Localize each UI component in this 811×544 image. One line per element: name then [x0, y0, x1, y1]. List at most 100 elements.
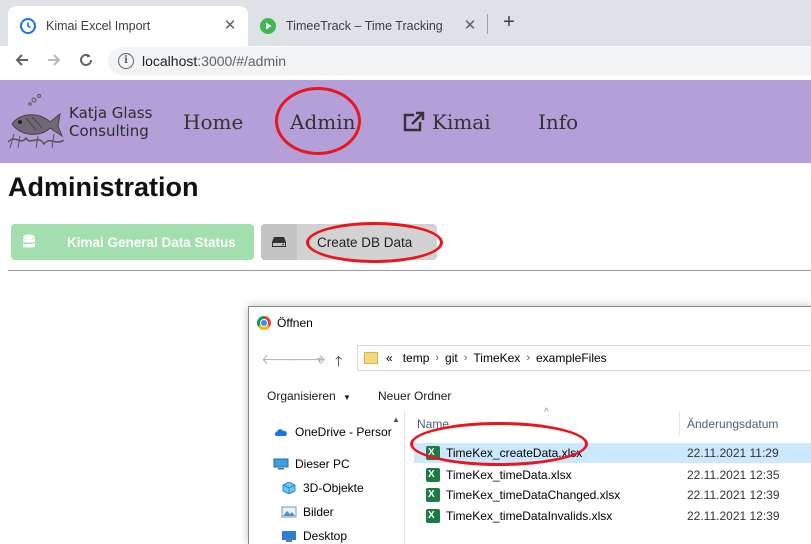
chrome-icon: [257, 316, 271, 330]
file-row[interactable]: TimeKex_timeData.xlsx 22.11.2021 12:35: [414, 465, 811, 485]
file-row[interactable]: TimeKex_timeDataInvalids.xlsx 22.11.2021…: [414, 506, 811, 526]
brand-line-2: Consulting: [69, 122, 149, 140]
file-name: TimeKex_timeDataInvalids.xlsx: [446, 509, 613, 523]
dialog-title: Öffnen: [277, 316, 313, 330]
file-date: 22.11.2021 12:35: [687, 468, 780, 482]
nav-label: Desktop: [303, 529, 348, 543]
dialog-command-bar: Organisieren ▼ Neuer Ordner: [249, 381, 811, 411]
address-bar[interactable]: i localhost:3000/#/admin: [108, 47, 811, 75]
file-name: TimeKex_timeDataChanged.xlsx: [446, 488, 621, 502]
nav-desktop[interactable]: Desktop: [281, 529, 347, 543]
url-host: localhost: [142, 53, 198, 69]
crumb-overflow[interactable]: «: [386, 351, 393, 365]
file-row[interactable]: TimeKex_timeDataChanged.xlsx 22.11.2021 …: [414, 485, 811, 505]
page-title: Administration: [8, 172, 199, 202]
url-path: :3000/#/admin: [197, 53, 286, 69]
new-folder-button[interactable]: Neuer Ordner: [378, 389, 451, 403]
column-header-name[interactable]: Name: [417, 417, 449, 431]
clock-icon: [20, 18, 36, 34]
chevron-right-icon: ›: [463, 352, 468, 364]
info-icon[interactable]: i: [118, 53, 134, 69]
back-button[interactable]: [10, 48, 34, 72]
column-header-date[interactable]: Änderungsdatum: [687, 417, 778, 431]
hdd-icon: [261, 224, 297, 260]
database-icon: [11, 224, 47, 260]
brand-name[interactable]: Katja Glass Consulting: [69, 104, 152, 140]
dialog-navigation-pane: OneDrive - Persor Dieser PC 3D-Objekte B…: [249, 411, 405, 544]
file-date: 22.11.2021 11:29: [687, 446, 779, 460]
nav-home[interactable]: Home: [183, 110, 243, 134]
nav-pane-scrollbar[interactable]: ▲: [389, 411, 403, 544]
excel-file-icon: [426, 509, 440, 523]
file-open-dialog: Öffnen 🡐 🡒 ▼ 🡑 « temp › git › TimeKex › …: [248, 306, 811, 544]
app-header: Katja Glass Consulting Home Admin Kimai …: [0, 80, 811, 163]
file-row[interactable]: TimeKex_createData.xlsx 22.11.2021 11:29: [414, 443, 811, 463]
kimai-general-data-status-button[interactable]: Kimai General Data Status: [11, 224, 254, 260]
crumb-examplefiles[interactable]: exampleFiles: [536, 351, 607, 365]
excel-file-icon: [426, 488, 440, 502]
scroll-up-icon[interactable]: ▲: [392, 415, 400, 424]
sort-ascending-icon: ^: [544, 407, 549, 418]
play-icon: [260, 18, 276, 34]
reload-button[interactable]: [74, 48, 98, 72]
nav-admin[interactable]: Admin: [290, 110, 356, 134]
excel-file-icon: [426, 468, 440, 482]
dialog-path-bar[interactable]: « temp › git › TimeKex › exampleFiles: [357, 345, 811, 371]
close-tab-icon[interactable]: ✕: [462, 18, 478, 34]
tab-title: TimeeTrack – Time Tracking: [286, 19, 443, 33]
nav-label: OneDrive - Persor: [295, 425, 392, 439]
desktop-icon: [282, 531, 296, 542]
close-tab-icon[interactable]: ✕: [222, 18, 238, 34]
browser-tab-strip: Kimai Excel Import ✕ TimeeTrack – Time T…: [0, 0, 811, 46]
organize-label: Organisieren: [267, 389, 336, 403]
nav-3d-objects[interactable]: 3D-Objekte: [281, 481, 364, 495]
dialog-up-button[interactable]: 🡑: [335, 351, 342, 375]
nav-info[interactable]: Info: [538, 110, 578, 134]
folder-icon: [364, 352, 378, 364]
chevron-right-icon: ›: [435, 352, 440, 364]
crumb-temp[interactable]: temp: [403, 351, 430, 365]
button-label: Kimai General Data Status: [67, 234, 236, 250]
forward-button[interactable]: [42, 48, 66, 72]
url-text: localhost:3000/#/admin: [142, 53, 286, 69]
file-date: 22.11.2021 12:39: [687, 509, 780, 523]
external-link-icon: [403, 111, 425, 132]
arrow-left-icon: [15, 54, 28, 66]
nav-label: Bilder: [303, 505, 334, 519]
chevron-down-icon: ▼: [343, 393, 351, 402]
dialog-recent-dropdown[interactable]: ▼: [315, 355, 324, 365]
nav-label: 3D-Objekte: [303, 481, 364, 495]
logo-fish-icon[interactable]: [6, 90, 66, 150]
new-tab-button[interactable]: +: [498, 10, 520, 34]
nav-kimai-label: Kimai: [432, 110, 491, 134]
create-db-data-button[interactable]: Create DB Data: [261, 224, 437, 260]
button-label: Create DB Data: [317, 234, 413, 250]
computer-icon: [273, 458, 289, 470]
file-name: TimeKex_timeData.xlsx: [446, 468, 572, 482]
column-separator[interactable]: [679, 411, 680, 435]
file-date: 22.11.2021 12:39: [687, 488, 780, 502]
browser-toolbar: i localhost:3000/#/admin: [0, 46, 811, 76]
dialog-title-bar: Öffnen: [257, 316, 313, 330]
tab-kimai-excel-import[interactable]: Kimai Excel Import ✕: [8, 6, 248, 46]
organize-menu[interactable]: Organisieren ▼: [267, 389, 351, 403]
nav-this-pc[interactable]: Dieser PC: [273, 457, 350, 471]
brand-line-1: Katja Glass: [69, 104, 153, 122]
tab-title: Kimai Excel Import: [46, 19, 151, 33]
cube-icon: [282, 482, 296, 494]
divider: [8, 270, 811, 271]
chevron-right-icon: ›: [526, 352, 530, 364]
cloud-icon: [274, 429, 287, 436]
nav-onedrive[interactable]: OneDrive - Persor: [273, 425, 392, 439]
crumb-timekex[interactable]: TimeKex: [473, 351, 520, 365]
crumb-git[interactable]: git: [445, 351, 458, 365]
nav-pictures[interactable]: Bilder: [281, 505, 334, 519]
excel-file-icon: [426, 446, 440, 460]
nav-label: Dieser PC: [295, 457, 350, 471]
file-name: TimeKex_createData.xlsx: [446, 446, 583, 460]
tab-timeetrack[interactable]: TimeeTrack – Time Tracking ✕: [248, 6, 488, 46]
nav-kimai[interactable]: Kimai: [402, 110, 491, 134]
arrow-right-icon: [48, 54, 61, 66]
tab-separator: [487, 14, 488, 34]
pictures-icon: [281, 506, 297, 518]
